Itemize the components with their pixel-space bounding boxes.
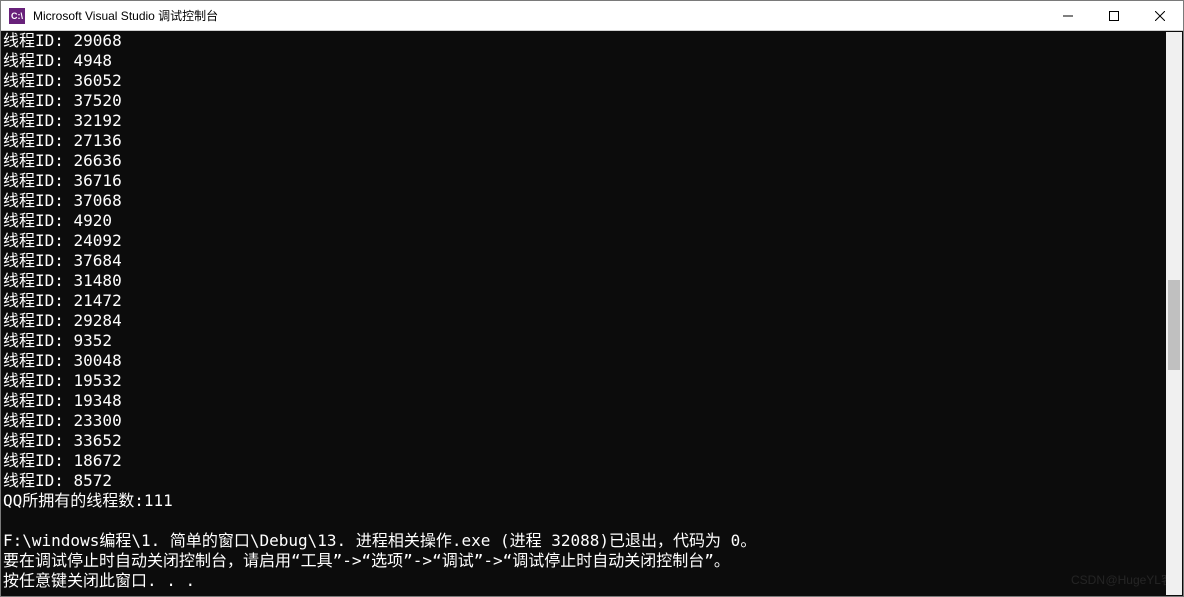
console-line: 线程ID: 30048 [3,351,1181,371]
titlebar[interactable]: C:\ Microsoft Visual Studio 调试控制台 [1,1,1183,31]
console-line [3,511,1181,531]
app-icon: C:\ [9,8,25,24]
console-line: 线程ID: 26636 [3,151,1181,171]
console-line: 线程ID: 36716 [3,171,1181,191]
console-line: 线程ID: 37520 [3,91,1181,111]
console-line: QQ所拥有的线程数:111 [3,491,1181,511]
watermark-right: @HugeYL客 [1105,570,1173,590]
console-line: 线程ID: 19348 [3,391,1181,411]
vertical-scrollbar[interactable] [1166,32,1182,595]
console-line: 线程ID: 9352 [3,331,1181,351]
close-button[interactable] [1137,1,1183,31]
console-line: 线程ID: 4920 [3,211,1181,231]
console-line: 线程ID: 4948 [3,51,1181,71]
console-line: 要在调试停止时自动关闭控制台，请启用“工具”->“选项”->“调试”->“调试停… [3,551,1181,571]
console-line: 线程ID: 8572 [3,471,1181,491]
console-line: 线程ID: 23300 [3,411,1181,431]
maximize-icon [1109,11,1119,21]
console-line: 线程ID: 37684 [3,251,1181,271]
console-line: 线程ID: 21472 [3,291,1181,311]
app-window: C:\ Microsoft Visual Studio 调试控制台 线程ID: … [0,0,1184,597]
console-line: 线程ID: 29284 [3,311,1181,331]
scroll-thumb[interactable] [1168,280,1180,370]
console-output[interactable]: 线程ID: 29068线程ID: 4948线程ID: 36052线程ID: 37… [1,31,1183,596]
console-line: 按任意键关闭此窗口. . . [3,571,1181,591]
minimize-icon [1063,11,1073,21]
watermark-left: CSDN [1071,570,1105,590]
maximize-button[interactable] [1091,1,1137,31]
minimize-button[interactable] [1045,1,1091,31]
console-line: 线程ID: 31480 [3,271,1181,291]
close-icon [1155,11,1165,21]
console-line: 线程ID: 32192 [3,111,1181,131]
console-line: 线程ID: 36052 [3,71,1181,91]
console-line: 线程ID: 27136 [3,131,1181,151]
console-line: 线程ID: 24092 [3,231,1181,251]
console-line: 线程ID: 37068 [3,191,1181,211]
console-line: 线程ID: 19532 [3,371,1181,391]
console-line: 线程ID: 33652 [3,431,1181,451]
console-line: 线程ID: 18672 [3,451,1181,471]
window-title: Microsoft Visual Studio 调试控制台 [33,7,218,24]
console-line: F:\windows编程\1. 简单的窗口\Debug\13. 进程相关操作.e… [3,531,1181,551]
console-line: 线程ID: 29068 [3,31,1181,51]
